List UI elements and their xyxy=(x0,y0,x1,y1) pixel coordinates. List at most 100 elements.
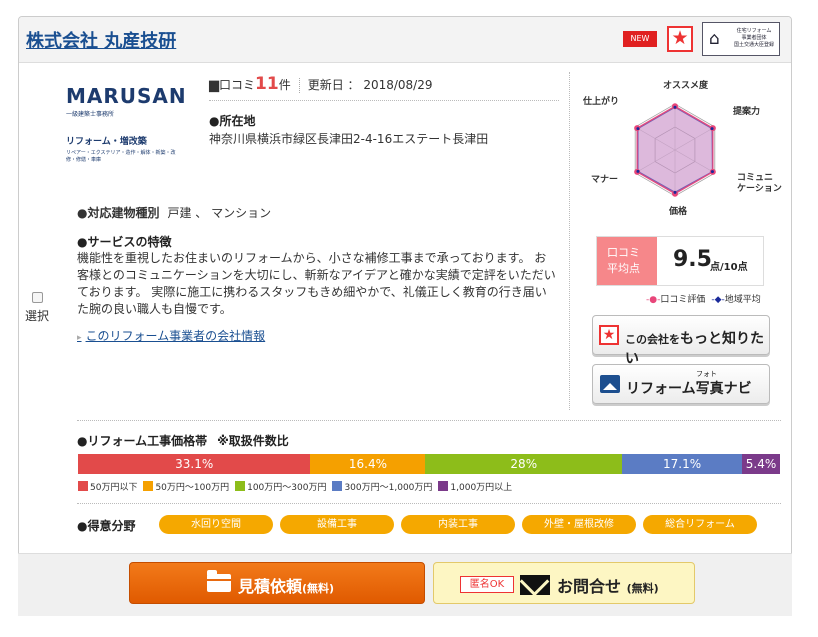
company-logo: MARUSAN 一級建築士事務所 リフォーム・増改築 リペアー・エクステリア・造… xyxy=(66,84,187,170)
radar-svg: オススメ度提案力コミュニケーション価格 マナー 仕上がり xyxy=(582,79,782,217)
legend-label: 100万円～300万円 xyxy=(247,483,327,493)
score-value: 9.5 xyxy=(673,247,712,272)
radar-legend: -●-口コミ評価 -◆-地域平均 xyxy=(646,292,761,305)
score-tag: 口コミ 平均点 xyxy=(597,237,657,285)
address-value: 神奈川県横浜市緑区長津田2-4-16エステート長津田 xyxy=(209,132,489,146)
price-segment: 33.1% xyxy=(78,454,311,474)
legend-label: 50万円以下 xyxy=(90,483,138,493)
axis-label-communication: ケーション xyxy=(737,183,782,194)
assoc-line-3: 国土交通大臣登録 xyxy=(733,42,774,48)
axis-label-manner: マナー xyxy=(591,174,618,185)
logo-sub3: リペアー・エクステリア・造作・解体・新築・改修・修繕・車庫 xyxy=(66,150,176,163)
legend-swatch xyxy=(438,481,449,491)
radar-chart: オススメ度提案力コミュニ ケーション価格 マナー 仕上がり xyxy=(575,72,785,222)
legend-average-label: 地域平均 xyxy=(724,295,761,305)
axis-label-communication: コミュニ xyxy=(737,172,773,183)
know-more-button[interactable]: ★ この会社をもっと知りたい xyxy=(592,315,770,367)
legend-average-marker: -◆- xyxy=(711,295,725,305)
legend-label: 300万円～1,000万円 xyxy=(344,483,433,493)
axis-label-price: 価格 xyxy=(668,205,688,217)
specialty-list: 水回り空間 設備工事 内装工事 外壁・屋根改修 総合リフォーム xyxy=(159,515,757,534)
association-badge: ⌂ 住宅リフォーム 事業者団体 国土交通大臣登録 xyxy=(702,22,780,56)
company-info-link[interactable]: ▸ このリフォーム事業者の会社情報 xyxy=(77,327,265,344)
legend-swatch xyxy=(235,481,246,491)
radar-average-point xyxy=(710,170,714,174)
price-segment: 17.1% xyxy=(622,454,743,474)
specialty-tag: 内装工事 xyxy=(401,515,515,534)
price-legend-item: 100万円～300万円 xyxy=(235,481,327,493)
divider xyxy=(209,100,559,101)
review-count: 11 xyxy=(255,74,279,94)
review-suffix: 件 xyxy=(278,78,291,92)
company-info-link-label: このリフォーム事業者の会社情報 xyxy=(85,329,266,343)
divider xyxy=(77,503,781,504)
radar-average-point xyxy=(636,169,640,173)
price-segment: 5.4% xyxy=(742,454,780,474)
legend-company-label: 口コミ評価 xyxy=(660,295,706,305)
building-title: ●対応建物種別 xyxy=(77,206,160,220)
review-score-box: 口コミ 平均点 9.5 点/10点 xyxy=(596,236,764,286)
legend-label: 1,000万円以上 xyxy=(450,483,513,493)
divider xyxy=(569,72,570,410)
logo-sub2: リフォーム・増改築 xyxy=(66,137,147,147)
logo-sub1: 一級建築士事務所 xyxy=(66,111,115,118)
price-title: ●リフォーム工事価格帯 xyxy=(77,434,208,448)
price-legend: 50万円以下 50万円～100万円 100万円～300万円 300万円～1,000万円… xyxy=(78,480,518,493)
specialty-tag: 水回り空間 xyxy=(159,515,273,534)
legend-company-marker: -●- xyxy=(646,295,661,305)
divider xyxy=(298,78,300,93)
building-value: 戸建 、 マンション xyxy=(167,206,272,220)
price-note: ※取扱件数比 xyxy=(217,434,289,448)
divider xyxy=(77,420,781,421)
new-badge: NEW xyxy=(623,31,657,47)
price-segment: 28% xyxy=(425,454,623,474)
know-more-small: この会社を xyxy=(625,333,680,346)
service-title: ●サービスの特徴 xyxy=(77,235,172,249)
radar-average-point xyxy=(636,127,640,131)
radar-average-point xyxy=(673,190,677,194)
axis-label-recommend: オススメ度 xyxy=(663,79,709,91)
price-legend-item: 1,000万円以上 xyxy=(438,481,513,493)
assoc-line-2: 事業者団体 xyxy=(741,35,767,41)
star-icon: ★ xyxy=(667,26,693,52)
comment-icon: ▆ xyxy=(209,78,219,93)
select-label: 選択 xyxy=(25,309,50,323)
house-icon: ⌂ xyxy=(709,29,720,49)
star-icon: ★ xyxy=(599,325,619,345)
arrow-icon: ▸ xyxy=(77,333,82,343)
legend-label: 50万円～100万円 xyxy=(155,483,230,493)
score-tag-line: 口コミ xyxy=(607,246,640,259)
specialty-title: ●得意分野 xyxy=(77,519,136,533)
photo-icon xyxy=(600,375,620,393)
price-bar: 33.1% 16.4% 28% 17.1% 5.4% xyxy=(78,454,780,474)
price-segment: 16.4% xyxy=(310,454,426,474)
price-legend-item: 300万円～1,000万円 xyxy=(332,481,433,493)
address-title: ●所在地 xyxy=(209,114,256,128)
building-types: ●対応建物種別 戸建 、 マンション xyxy=(77,204,271,221)
photo-navi-label: リフォーム写真ナビ xyxy=(626,381,752,397)
legend-swatch xyxy=(78,481,88,491)
legend-swatch xyxy=(143,481,154,491)
logo-brand: MARUSAN xyxy=(66,84,187,108)
assoc-line-1: 住宅リフォーム xyxy=(736,28,772,34)
service-description: 機能性を重視したお住まいのリフォームから、小さな補修工事まで承っております。 お… xyxy=(77,251,556,316)
photo-navi-button[interactable]: フォト リフォーム写真ナビ xyxy=(592,364,770,404)
card-header: 株式会社 丸産技研 NEW ★ ⌂ 住宅リフォーム 事業者団体 国土交通大臣登録 xyxy=(19,17,791,63)
specialty-tag: 設備工事 xyxy=(280,515,394,534)
price-legend-item: 50万円～100万円 xyxy=(143,481,230,493)
legend-swatch xyxy=(332,481,343,491)
axis-label-proposal: 提案力 xyxy=(733,105,760,117)
review-prefix: 口コミ xyxy=(219,78,256,92)
price-range-title: ●リフォーム工事価格帯 ※取扱件数比 xyxy=(77,432,289,449)
select-checkbox[interactable] xyxy=(32,292,43,303)
price-legend-item: 50万円以下 xyxy=(78,481,138,493)
radar-average-point xyxy=(710,127,714,131)
radar-average-point xyxy=(673,105,677,109)
company-name-link[interactable]: 株式会社 丸産技研 xyxy=(26,27,176,53)
specialty-tag: 総合リフォーム xyxy=(643,515,757,534)
score-unit: 点/10点 xyxy=(710,262,748,273)
select-column: 選択 xyxy=(19,64,57,554)
review-summary: ▆口コミ11件 更新日 ： 2018/08/29 xyxy=(209,74,433,94)
updated-date: 更新日 ： 2018/08/29 xyxy=(307,78,433,92)
axis-label-finish: 仕上がり xyxy=(582,95,619,107)
